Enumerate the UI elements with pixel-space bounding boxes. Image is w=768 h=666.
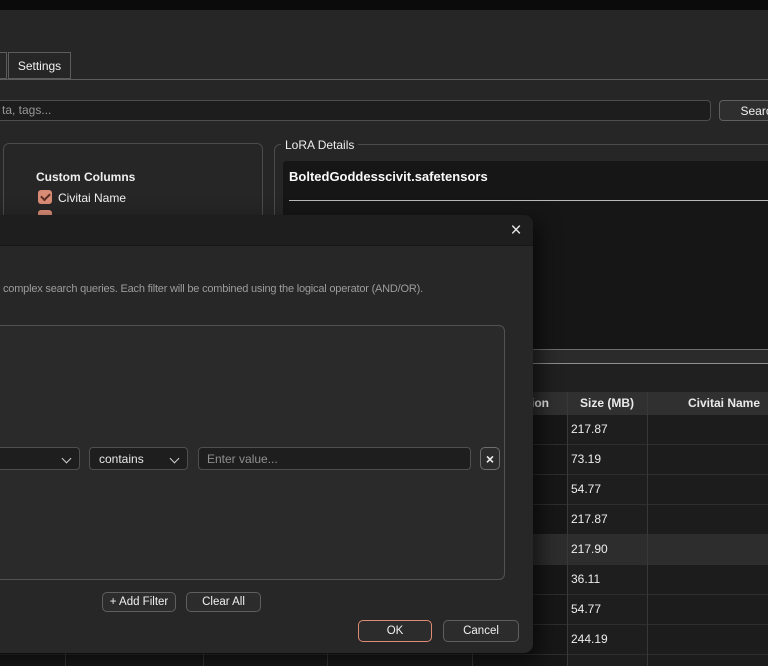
table-cell-size: 217.90 xyxy=(571,542,608,556)
ok-button[interactable]: OK xyxy=(358,620,432,642)
header-version[interactable]: ion xyxy=(531,392,549,415)
checkbox-civitai-name[interactable] xyxy=(38,190,52,204)
filter-operator-value: contains xyxy=(99,451,144,466)
search-button[interactable]: Search xyxy=(719,100,768,121)
filter-value-input[interactable] xyxy=(198,447,471,470)
table-cell-size: 217.87 xyxy=(571,512,608,526)
remove-filter-icon[interactable]: × xyxy=(480,447,500,470)
search-input[interactable] xyxy=(0,100,711,121)
add-filter-button[interactable]: + Add Filter xyxy=(102,592,176,612)
table-cell-size: 54.77 xyxy=(571,482,602,496)
custom-columns-title: Custom Columns xyxy=(36,170,136,184)
close-icon[interactable]: × xyxy=(505,219,527,241)
tab-settings[interactable]: Settings xyxy=(8,52,71,79)
cancel-button[interactable]: Cancel xyxy=(443,620,519,642)
filter-operator-select[interactable]: contains xyxy=(89,447,188,470)
app-window: Settings ta, tags... Search Custom Colum… xyxy=(0,0,768,666)
table-cell-size: 244.19 xyxy=(571,632,608,646)
dialog-title-bar[interactable] xyxy=(0,215,533,246)
chevron-down-icon xyxy=(61,453,72,464)
search-button-label: Search xyxy=(740,103,768,118)
lora-details-legend: LoRA Details xyxy=(281,138,359,152)
grid-line xyxy=(647,392,648,666)
chevron-down-icon xyxy=(169,453,180,464)
clear-all-button[interactable]: Clear All xyxy=(186,592,261,612)
filter-column-select[interactable] xyxy=(0,447,80,470)
table-cell-size: 217.87 xyxy=(571,422,608,436)
filter-dialog: × complex search queries. Each filter wi… xyxy=(0,215,533,653)
table-cell-size: 36.11 xyxy=(571,572,601,586)
header-size[interactable]: Size (MB) xyxy=(567,392,647,415)
tab-settings-label: Settings xyxy=(17,58,62,73)
dialog-description: complex search queries. Each filter will… xyxy=(3,283,423,295)
tab-bar-divider xyxy=(0,79,768,80)
header-civitai-name[interactable]: Civitai Name xyxy=(647,392,760,415)
table-cell-size: 54.77 xyxy=(571,602,602,616)
tab-partial[interactable] xyxy=(0,52,7,79)
checkbox-civitai-name-label: Civitai Name xyxy=(58,191,127,205)
lora-filename: BoltedGoddesscivit.safetensors xyxy=(289,169,488,184)
window-top-edge xyxy=(0,0,768,10)
search-placeholder: ta, tags... xyxy=(2,103,52,117)
table-cell-size: 73.19 xyxy=(571,452,602,466)
lora-separator xyxy=(289,200,768,201)
check-icon xyxy=(40,190,51,202)
grid-line xyxy=(567,392,568,666)
